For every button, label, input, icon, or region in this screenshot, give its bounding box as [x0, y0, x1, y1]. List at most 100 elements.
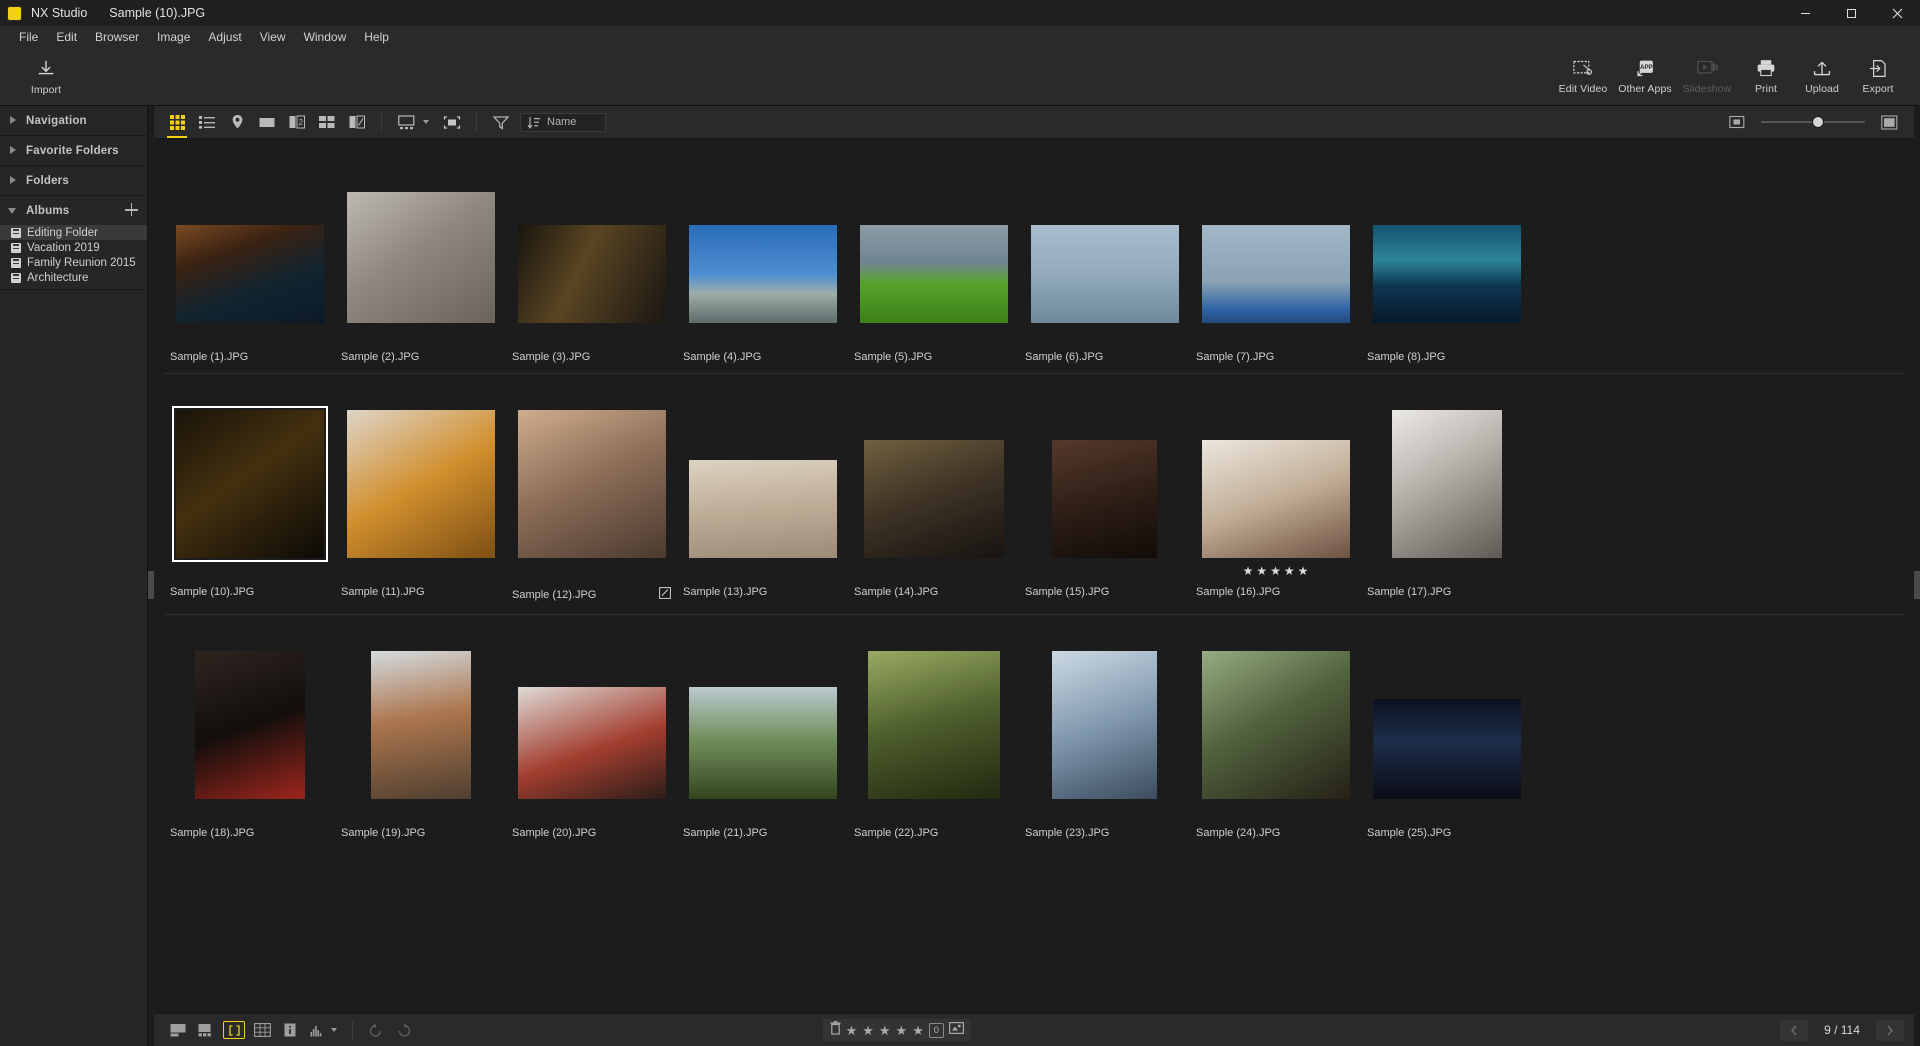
thumbnail-image[interactable] [347, 192, 495, 323]
thumbnail-cell[interactable]: Sample (24).JPG [1190, 639, 1361, 839]
thumbnail-cell[interactable]: Sample (23).JPG [1019, 639, 1190, 839]
thumbnail-cell[interactable]: Sample (13).JPG [677, 398, 848, 604]
rotate-right-button[interactable] [390, 1018, 418, 1042]
thumbnail-image-wrap[interactable] [689, 225, 837, 323]
star-icon[interactable]: ★ [912, 1024, 924, 1037]
thumbnail-cell[interactable]: Sample (14).JPG [848, 398, 1019, 604]
compare-four-view-button[interactable] [312, 109, 342, 135]
edit-video-button[interactable]: Edit Video [1552, 55, 1614, 98]
menu-edit[interactable]: Edit [47, 27, 86, 47]
export-button[interactable]: Export [1850, 55, 1906, 98]
other-apps-button[interactable]: APP Other Apps [1614, 55, 1676, 98]
thumbnail-image[interactable] [518, 225, 666, 323]
star-icon[interactable]: ★ [846, 1024, 858, 1037]
map-view-button[interactable] [222, 109, 252, 135]
menu-window[interactable]: Window [295, 27, 356, 47]
thumbnail-image[interactable] [1202, 440, 1350, 558]
show-filmstrip-button[interactable] [164, 1018, 192, 1042]
thumbnail-cell[interactable]: Sample (10).JPG [164, 398, 335, 604]
compare-two-view-button[interactable]: 2 [282, 109, 312, 135]
thumbnail-cell[interactable]: Sample (7).JPG [1190, 163, 1361, 363]
album-item-family-reunion-2015[interactable]: Family Reunion 2015 [0, 255, 147, 270]
right-panel-collapse-grip[interactable] [1914, 571, 1920, 599]
thumbnail-image[interactable] [518, 410, 666, 558]
thumbnail-cell[interactable]: Sample (25).JPG [1361, 639, 1532, 839]
thumbnail-cell[interactable]: Sample (11).JPG [335, 398, 506, 604]
star-icon[interactable]: ★ [879, 1024, 891, 1037]
thumbnail-image[interactable] [176, 225, 324, 323]
minimize-button[interactable] [1782, 0, 1828, 26]
thumbnail-image-wrap[interactable] [1373, 699, 1521, 799]
thumbnail-image[interactable] [371, 651, 471, 799]
display-options-button[interactable] [391, 109, 421, 135]
thumbnail-image[interactable] [1052, 651, 1157, 799]
thumbnail-image-wrap[interactable] [347, 410, 495, 558]
right-panel-collapse-handle[interactable] [1914, 106, 1920, 1046]
menu-adjust[interactable]: Adjust [199, 27, 250, 47]
thumbnail-image[interactable] [689, 225, 837, 323]
thumbnail-image-wrap[interactable] [518, 225, 666, 323]
chevron-down-icon[interactable] [331, 1028, 337, 1032]
small-thumbnail-button[interactable] [1722, 109, 1752, 135]
thumbnail-image-wrap[interactable] [1031, 225, 1179, 323]
thumbnail-image-wrap[interactable] [1052, 440, 1157, 558]
upload-button[interactable]: Upload [1794, 55, 1850, 98]
thumbnail-image[interactable] [1373, 225, 1521, 323]
thumbnail-cell[interactable]: Sample (3).JPG [506, 163, 677, 363]
star-icon[interactable]: ★ [1270, 565, 1281, 577]
sidebar-item-folders[interactable]: Folders [0, 166, 147, 195]
thumbnail-image[interactable] [347, 410, 495, 558]
thumbnail-image-wrap[interactable] [518, 410, 666, 558]
thumbnail-image-wrap[interactable] [1052, 651, 1157, 799]
star-icon[interactable]: ★ [862, 1024, 874, 1037]
thumbnail-image[interactable] [518, 687, 666, 799]
thumbnail-image-wrap[interactable] [1202, 440, 1350, 558]
thumbnail-cell[interactable]: Sample (1).JPG [164, 163, 335, 363]
image-viewer-view-button[interactable] [252, 109, 282, 135]
menu-file[interactable]: File [10, 27, 47, 47]
thumbnail-image[interactable] [689, 687, 837, 799]
thumbnail-cell[interactable]: Sample (5).JPG [848, 163, 1019, 363]
thumbnail-image-wrap[interactable] [864, 440, 1004, 558]
thumbnail-star-rating[interactable]: ★ ★ ★ ★ ★ [1243, 565, 1309, 577]
star-icon[interactable]: ★ [1256, 565, 1267, 577]
zoom-slider-knob[interactable] [1813, 117, 1823, 127]
sort-selector[interactable]: Name [520, 113, 606, 132]
thumbnail-image-wrap[interactable] [176, 225, 324, 323]
add-album-icon[interactable] [125, 203, 138, 216]
sidebar-item-albums[interactable]: Albums [0, 196, 147, 225]
thumbnail-cell[interactable]: Sample (22).JPG [848, 639, 1019, 839]
edited-badge-icon[interactable] [659, 586, 671, 604]
thumbnail-image[interactable] [195, 651, 305, 799]
show-info-button[interactable] [276, 1018, 304, 1042]
thumbnail-cell[interactable]: ★ ★ ★ ★ ★ Sample (16).JPG [1190, 398, 1361, 604]
thumbnail-image-wrap[interactable] [689, 687, 837, 799]
thumbnail-image-wrap[interactable] [1202, 651, 1350, 799]
star-icon[interactable]: ★ [1243, 565, 1254, 577]
thumbnail-cell[interactable]: Sample (6).JPG [1019, 163, 1190, 363]
thumbnail-image-wrap[interactable] [371, 651, 471, 799]
chevron-down-icon[interactable] [423, 120, 429, 124]
thumbnail-image-wrap[interactable] [347, 192, 495, 323]
menu-view[interactable]: View [251, 27, 295, 47]
thumbnail-image[interactable] [689, 460, 837, 558]
album-item-vacation-2019[interactable]: Vacation 2019 [0, 240, 147, 255]
thumbnail-image[interactable] [864, 440, 1004, 558]
sidebar-item-navigation[interactable]: Navigation [0, 106, 147, 135]
import-button[interactable]: Import [18, 55, 74, 99]
thumbnail-cell[interactable]: Sample (12).JPG [506, 398, 677, 604]
menu-help[interactable]: Help [355, 27, 398, 47]
thumbnail-image-wrap[interactable] [860, 225, 1008, 323]
protect-icon[interactable] [949, 1021, 964, 1040]
star-icon[interactable]: ★ [1298, 565, 1309, 577]
thumbnail-image[interactable] [1202, 651, 1350, 799]
thumbnail-image-wrap[interactable] [195, 651, 305, 799]
label-count-badge[interactable]: 0 [929, 1023, 944, 1038]
next-page-button[interactable] [1876, 1020, 1904, 1041]
thumbnail-image[interactable] [868, 651, 1000, 799]
filter-button[interactable] [486, 109, 516, 135]
thumbnail-rating-area[interactable]: ★ ★ ★ ★ ★ [1243, 558, 1309, 575]
thumbnail-grid[interactable]: Sample (1).JPG Sample (2).JPG [154, 139, 1914, 1013]
menu-image[interactable]: Image [148, 27, 199, 47]
thumbnail-cell[interactable]: Sample (2).JPG [335, 163, 506, 363]
